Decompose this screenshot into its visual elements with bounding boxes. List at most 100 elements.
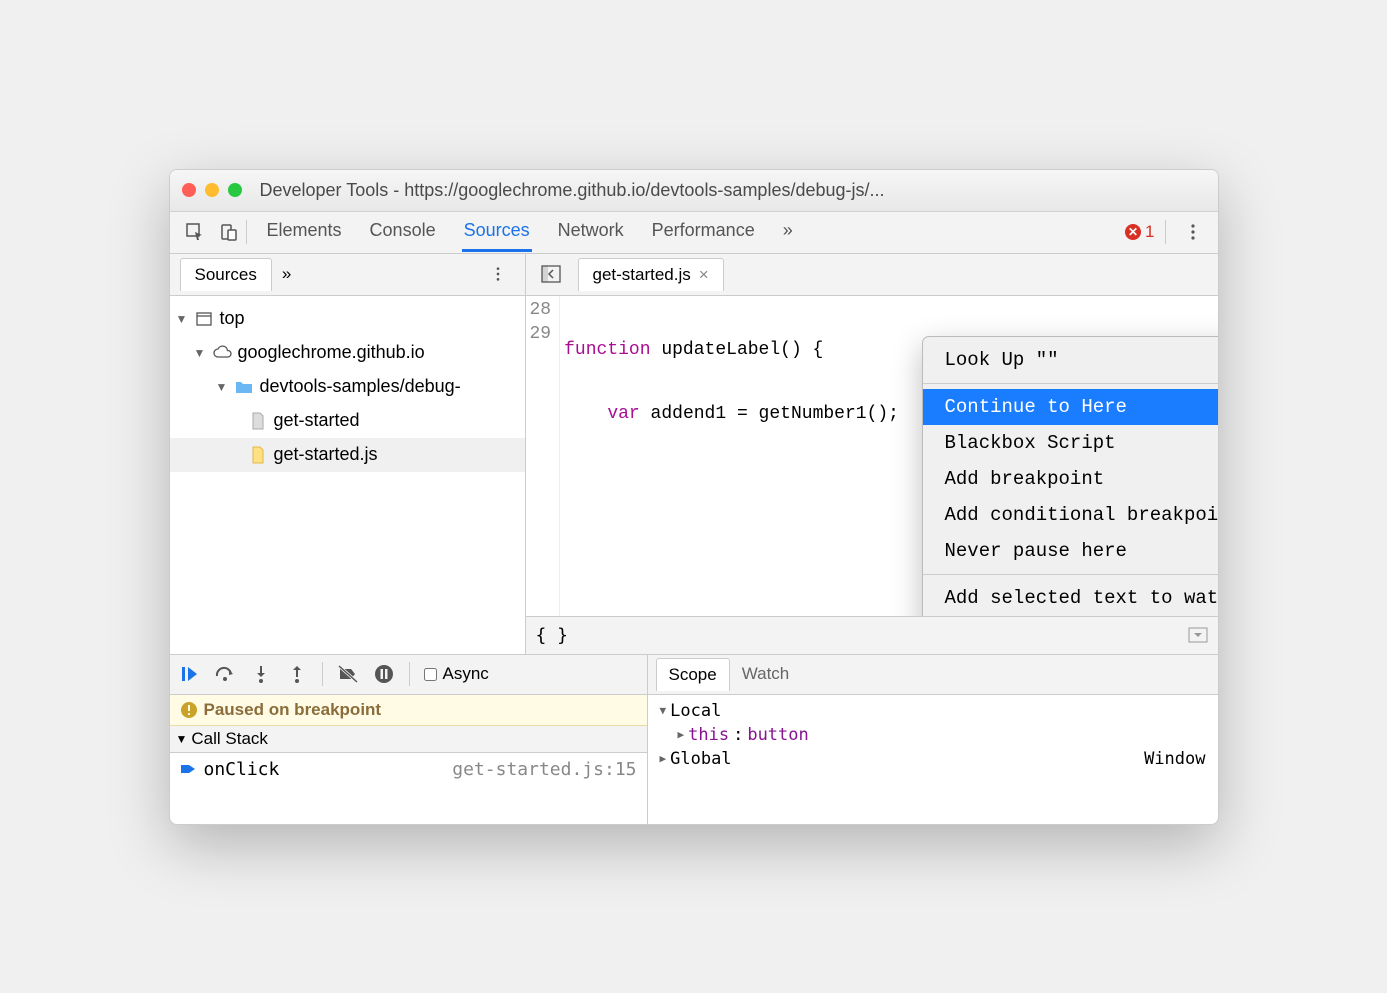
main-area: Sources » ▼ top ▼ [170, 254, 1218, 654]
navigator-sidebar: Sources » ▼ top ▼ [170, 254, 526, 654]
tab-elements[interactable]: Elements [265, 212, 344, 252]
main-toolbar: Elements Console Sources Network Perform… [170, 212, 1218, 254]
stack-frame-location: get-started.js:15 [452, 759, 636, 780]
scope-local-row[interactable]: ▼ Local [656, 699, 1210, 723]
menu-separator [923, 574, 1218, 575]
disclosure-triangle-icon: ▼ [216, 380, 228, 394]
tree-file-js-label: get-started.js [274, 444, 378, 465]
scope-global-label: Global [670, 749, 731, 769]
tree-folder[interactable]: ▼ devtools-samples/debug- [170, 370, 525, 404]
frame-icon [194, 309, 214, 329]
error-icon: ✕ [1125, 224, 1141, 240]
panel-tabs: Elements Console Sources Network Perform… [265, 212, 795, 252]
menu-item-blackbox-script[interactable]: Blackbox Script [923, 425, 1218, 461]
tab-network[interactable]: Network [556, 212, 626, 252]
tree-domain[interactable]: ▼ googlechrome.github.io [170, 336, 525, 370]
menu-separator [923, 383, 1218, 384]
scope-this-val: button [747, 725, 808, 745]
tabs-overflow[interactable]: » [781, 212, 795, 252]
menu-item-add-selected-to-watches[interactable]: Add selected text to watches [923, 580, 1218, 616]
disclosure-triangle-icon: ▼ [176, 732, 188, 746]
menu-item-continue-to-here[interactable]: Continue to Here [923, 389, 1218, 425]
divider [1165, 220, 1166, 244]
scope-local-label: Local [670, 701, 721, 721]
folder-icon [234, 377, 254, 397]
async-toggle[interactable]: Async [424, 664, 489, 684]
error-count: 1 [1145, 222, 1154, 242]
file-tree: ▼ top ▼ googlechrome.github.io ▼ [170, 296, 525, 478]
disclosure-triangle-icon: ▼ [194, 346, 206, 360]
menu-item-add-breakpoint[interactable]: Add breakpoint [923, 461, 1218, 497]
step-over-icon[interactable] [214, 663, 236, 685]
scope-global-val: Window [1144, 749, 1205, 769]
document-icon [248, 411, 268, 431]
kebab-menu-icon[interactable] [1180, 219, 1206, 245]
inspect-element-icon[interactable] [182, 219, 208, 245]
tab-scope[interactable]: Scope [656, 658, 730, 691]
current-frame-icon [180, 762, 196, 776]
scope-global-row[interactable]: ▶ Global Window [656, 747, 1210, 771]
async-label: Async [443, 664, 489, 684]
paused-message: Paused on breakpoint [204, 700, 382, 720]
editor-tabstrip: get-started.js × [526, 254, 1218, 296]
step-into-icon[interactable] [250, 663, 272, 685]
resume-icon[interactable] [178, 663, 200, 685]
minimize-window-button[interactable] [205, 183, 219, 197]
editor-pane: get-started.js × 28 29 [526, 254, 1218, 654]
navigator-kebab-icon[interactable] [485, 261, 511, 287]
navigator-header: Sources » [170, 254, 525, 296]
disclosure-triangle-icon: ▼ [660, 704, 667, 717]
window-title: Developer Tools - https://googlechrome.g… [260, 180, 885, 201]
menu-item-never-pause-here[interactable]: Never pause here [923, 533, 1218, 569]
context-menu: Look Up "" Continue to Here Blackbox Scr… [922, 336, 1218, 616]
divider [322, 662, 323, 686]
tree-root[interactable]: ▼ top [170, 302, 525, 336]
stack-frame-row[interactable]: onClick get-started.js:15 [170, 753, 647, 786]
debugger-left: Async Paused on breakpoint ▼ Call Stack … [170, 655, 648, 824]
call-stack-label: Call Stack [191, 729, 268, 749]
titlebar: Developer Tools - https://googlechrome.g… [170, 170, 1218, 212]
scope-this-row[interactable]: ▶ this: button [656, 723, 1210, 747]
tree-folder-label: devtools-samples/debug- [260, 376, 461, 397]
devtools-window: Developer Tools - https://googlechrome.g… [169, 169, 1219, 825]
disclosure-triangle-icon: ▶ [678, 728, 685, 741]
info-icon [180, 701, 198, 719]
close-window-button[interactable] [182, 183, 196, 197]
tab-watch[interactable]: Watch [730, 658, 802, 690]
navigator-tab-sources[interactable]: Sources [180, 258, 272, 291]
zoom-window-button[interactable] [228, 183, 242, 197]
tree-file-html[interactable]: get-started [170, 404, 525, 438]
disclosure-triangle-icon: ▼ [176, 312, 188, 326]
code-editor[interactable]: 28 29 function updateLabel() { [526, 296, 1218, 616]
pretty-print-bar[interactable]: { } [526, 616, 1218, 654]
menu-item-lookup[interactable]: Look Up "" [923, 342, 1218, 378]
tab-performance[interactable]: Performance [650, 212, 757, 252]
debugger-panel: Async Paused on breakpoint ▼ Call Stack … [170, 654, 1218, 824]
editor-file-tab-label: get-started.js [593, 265, 691, 285]
deactivate-breakpoints-icon[interactable] [337, 663, 359, 685]
cloud-icon [212, 343, 232, 363]
pause-on-exceptions-icon[interactable] [373, 663, 395, 685]
tab-sources[interactable]: Sources [462, 212, 532, 252]
disclosure-triangle-icon: ▶ [660, 752, 667, 765]
js-file-icon [248, 445, 268, 465]
tree-file-js[interactable]: get-started.js [170, 438, 525, 472]
error-count-badge[interactable]: ✕ 1 [1125, 222, 1154, 242]
stack-frame-name: onClick [204, 759, 280, 780]
toggle-navigator-icon[interactable] [538, 261, 564, 287]
menu-item-add-conditional-breakpoint[interactable]: Add conditional breakpoint… [923, 497, 1218, 533]
close-tab-icon[interactable]: × [699, 265, 709, 285]
navigator-overflow[interactable]: » [282, 264, 291, 284]
tab-console[interactable]: Console [368, 212, 438, 252]
async-checkbox[interactable] [424, 668, 437, 681]
debugger-right: Scope Watch ▼ Local ▶ this: button ▶ Glo… [648, 655, 1218, 824]
line-gutter: 28 29 [526, 296, 561, 616]
step-out-icon[interactable] [286, 663, 308, 685]
tree-root-label: top [220, 308, 245, 329]
scope-body: ▼ Local ▶ this: button ▶ Global Window [648, 695, 1218, 775]
call-stack-header[interactable]: ▼ Call Stack [170, 726, 647, 753]
paused-banner: Paused on breakpoint [170, 695, 647, 726]
device-toggle-icon[interactable] [216, 219, 242, 245]
dropdown-icon[interactable] [1188, 627, 1208, 643]
editor-file-tab[interactable]: get-started.js × [578, 258, 724, 291]
